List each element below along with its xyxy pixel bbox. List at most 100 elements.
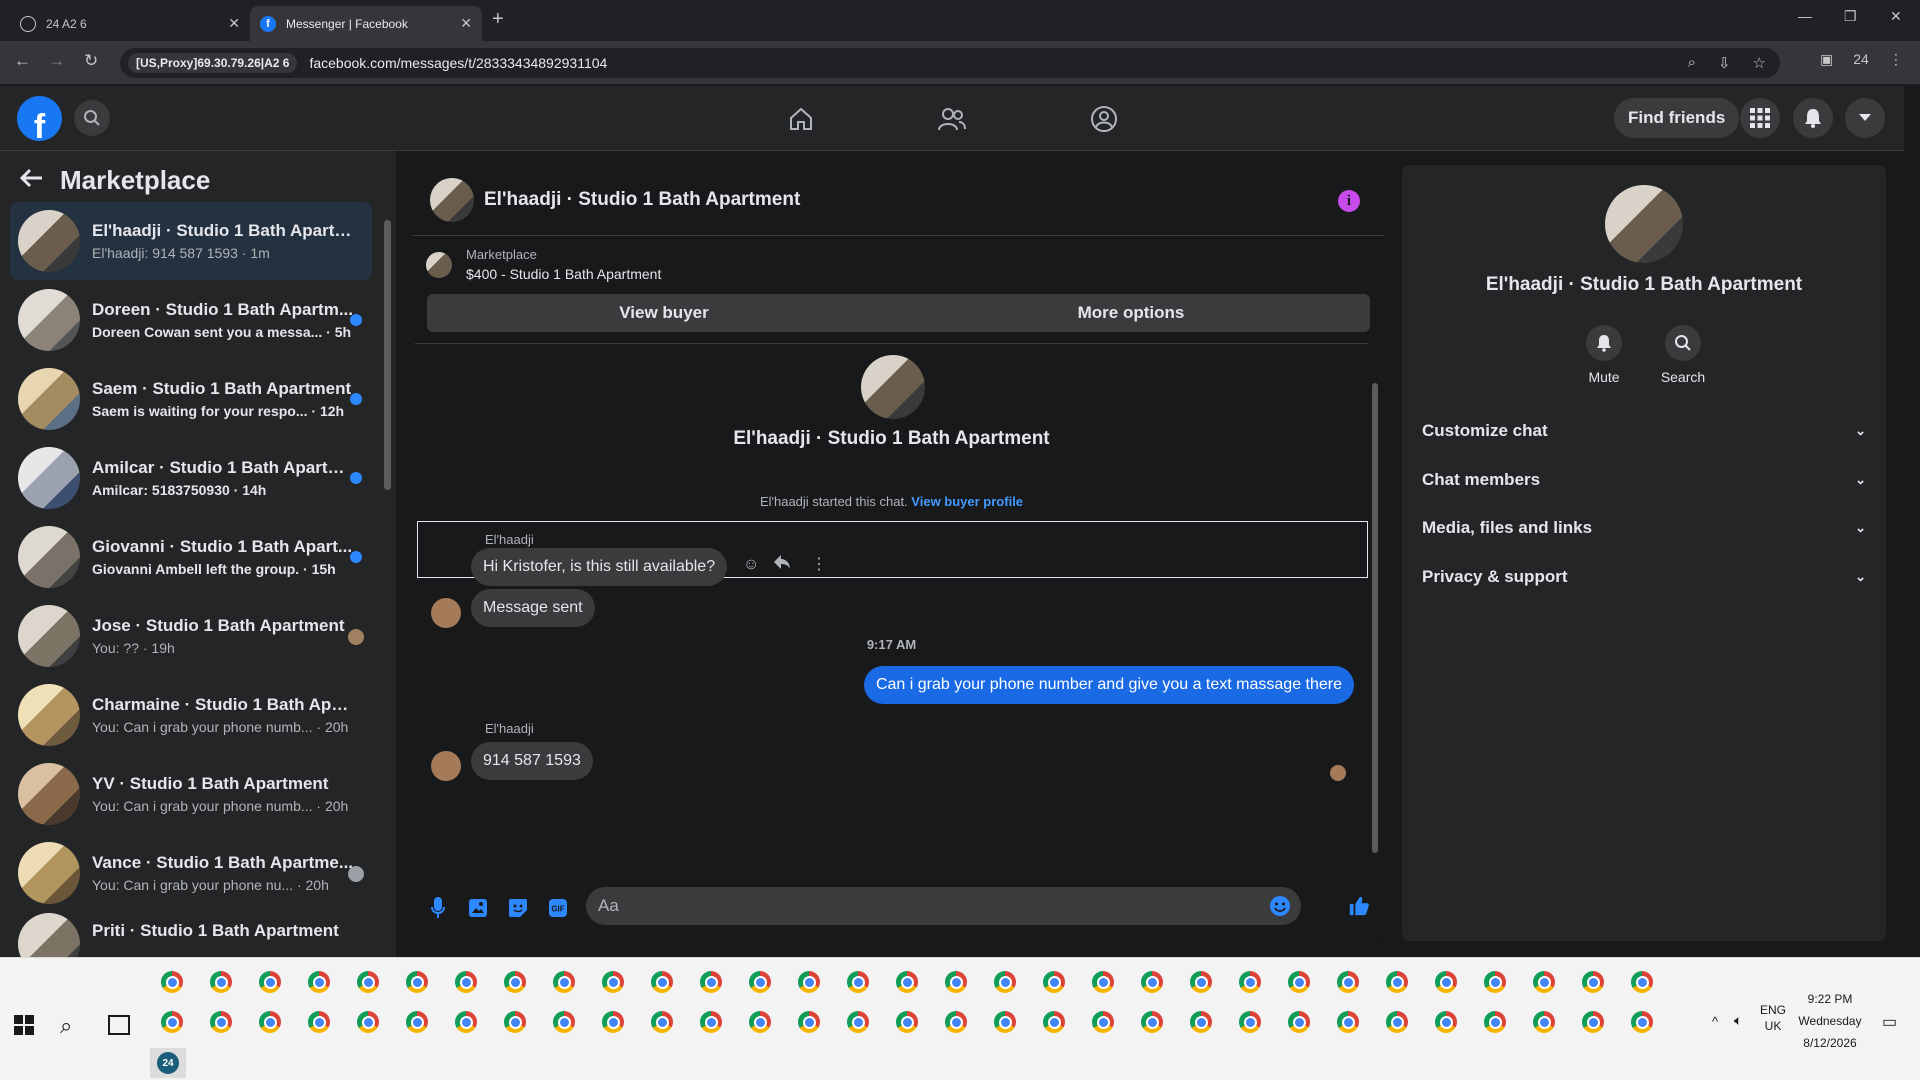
tray-chevron-icon[interactable]: ^ xyxy=(1712,1014,1718,1029)
forward-icon[interactable]: → xyxy=(48,51,65,71)
more-options-button[interactable]: More options xyxy=(892,294,1370,332)
speaker-icon[interactable]: 🔈︎ xyxy=(1734,1012,1742,1029)
url-bar[interactable]: [US,Proxy]69.30.79.26|A2 6 facebook.com/… xyxy=(120,48,1780,78)
chrome-taskbar-icon[interactable] xyxy=(1330,964,1366,1000)
conversation-list-scrollbar[interactable] xyxy=(383,204,392,944)
microphone-icon[interactable] xyxy=(427,897,449,919)
tab-24-a2-6[interactable]: 24 A2 6 ✕ xyxy=(10,6,250,41)
sender-avatar[interactable] xyxy=(431,598,461,628)
view-buyer-profile-link[interactable]: View buyer profile xyxy=(911,494,1023,509)
chrome-taskbar-icon[interactable] xyxy=(742,1004,778,1040)
chrome-taskbar-icon[interactable] xyxy=(1232,1004,1268,1040)
chrome-taskbar-icon[interactable] xyxy=(644,1004,680,1040)
chrome-taskbar-icon[interactable] xyxy=(154,1004,190,1040)
incoming-message[interactable]: Hi Kristofer, is this still available? xyxy=(471,548,728,586)
react-smiley-icon[interactable]: ☺ xyxy=(743,556,759,574)
chrome-taskbar-icon[interactable] xyxy=(889,964,925,1000)
reload-icon[interactable]: ↻ xyxy=(84,51,98,71)
page-scrollbar[interactable] xyxy=(1904,86,1920,957)
chrome-taskbar-icon[interactable] xyxy=(791,1004,827,1040)
chrome-taskbar-icon[interactable] xyxy=(301,964,337,1000)
notification-center-icon[interactable]: ▭ xyxy=(1882,1012,1897,1032)
chrome-taskbar-icon[interactable] xyxy=(1428,964,1464,1000)
conversation-item[interactable]: Vance · Studio 1 Bath Apartme... You: Ca… xyxy=(10,834,372,912)
facebook-logo-icon[interactable]: f xyxy=(17,96,62,141)
conversation-item[interactable]: Amilcar · Studio 1 Bath Apartm... Amilca… xyxy=(10,439,372,517)
chrome-taskbar-icon[interactable] xyxy=(938,1004,974,1040)
chrome-taskbar-icon[interactable] xyxy=(644,964,680,1000)
back-arrow-icon[interactable] xyxy=(19,168,44,193)
chrome-taskbar-icon[interactable] xyxy=(791,964,827,1000)
chrome-taskbar-icon[interactable] xyxy=(1330,1004,1366,1040)
chrome-taskbar-icon[interactable] xyxy=(595,1004,631,1040)
chrome-taskbar-icon[interactable] xyxy=(399,964,435,1000)
install-icon[interactable]: ⇩ xyxy=(1718,54,1731,72)
back-icon[interactable]: ← xyxy=(14,51,31,71)
chrome-taskbar-icon[interactable] xyxy=(1232,964,1268,1000)
chrome-taskbar-icon[interactable] xyxy=(1134,1004,1170,1040)
chrome-taskbar-icon[interactable] xyxy=(693,964,729,1000)
chrome-taskbar-icon[interactable] xyxy=(1526,964,1562,1000)
sticker-icon[interactable] xyxy=(507,897,529,919)
language-indicator[interactable]: ENG UK xyxy=(1760,1002,1786,1034)
chrome-taskbar-icon[interactable] xyxy=(301,1004,337,1040)
conversation-item[interactable]: Saem · Studio 1 Bath Apartment Saem is w… xyxy=(10,360,372,438)
gif-icon[interactable]: GIF xyxy=(547,897,569,919)
new-tab-icon[interactable]: + xyxy=(492,8,504,31)
chrome-taskbar-icon[interactable] xyxy=(399,1004,435,1040)
chrome-taskbar-icon[interactable] xyxy=(497,964,533,1000)
chrome-taskbar-icon[interactable] xyxy=(1624,1004,1660,1040)
incoming-message[interactable]: Message sent xyxy=(471,589,595,627)
conversation-item[interactable]: El'haadji · Studio 1 Bath Apartme... El'… xyxy=(10,202,372,280)
conversation-item[interactable]: Giovanni · Studio 1 Bath Apart... Giovan… xyxy=(10,518,372,596)
chrome-taskbar-icon[interactable] xyxy=(1477,964,1513,1000)
chrome-taskbar-icon[interactable] xyxy=(203,1004,239,1040)
find-friends-button[interactable]: Find friends xyxy=(1614,98,1740,138)
media-files-links-section[interactable]: Media, files and links ⌄ xyxy=(1418,508,1870,548)
url-text[interactable]: facebook.com/messages/t/2833343489293110… xyxy=(309,55,607,71)
chrome-taskbar-icon[interactable] xyxy=(1379,1004,1415,1040)
chrome-taskbar-icon[interactable] xyxy=(1183,1004,1219,1040)
chrome-taskbar-icon[interactable] xyxy=(448,1004,484,1040)
close-icon[interactable]: ✕ xyxy=(228,15,240,32)
sender-avatar[interactable] xyxy=(431,751,461,781)
system-clock[interactable]: 9:22 PM Wednesday 8/12/2026 xyxy=(1790,988,1870,1054)
chrome-taskbar-icon[interactable] xyxy=(1036,1004,1072,1040)
chrome-taskbar-icon[interactable] xyxy=(252,1004,288,1040)
chrome-taskbar-icon[interactable] xyxy=(1477,1004,1513,1040)
chrome-taskbar-icon[interactable] xyxy=(546,964,582,1000)
chrome-taskbar-icon[interactable] xyxy=(1624,964,1660,1000)
conversation-item[interactable]: Charmaine · Studio 1 Bath Apart... You: … xyxy=(10,676,372,754)
task-view-icon[interactable] xyxy=(108,1015,130,1035)
chrome-taskbar-icon[interactable] xyxy=(1183,964,1219,1000)
chrome-taskbar-icon[interactable] xyxy=(840,1004,876,1040)
chat-members-section[interactable]: Chat members ⌄ xyxy=(1418,460,1870,500)
chrome-taskbar-icon[interactable] xyxy=(693,1004,729,1040)
chrome-taskbar-icon[interactable] xyxy=(1281,964,1317,1000)
notifications-bell-icon[interactable] xyxy=(1793,98,1833,138)
chrome-taskbar-icon[interactable] xyxy=(546,1004,582,1040)
close-icon[interactable]: ✕ xyxy=(460,15,472,32)
chrome-taskbar-icon[interactable] xyxy=(350,1004,386,1040)
conversation-item[interactable]: Jose · Studio 1 Bath Apartment You: ?? ·… xyxy=(10,597,372,675)
customize-chat-section[interactable]: Customize chat ⌄ xyxy=(1418,411,1870,451)
account-chevron-icon[interactable] xyxy=(1845,98,1885,138)
more-actions-icon[interactable]: ⋮ xyxy=(811,554,827,574)
windows-start-icon[interactable] xyxy=(14,1015,34,1035)
chrome-taskbar-icon[interactable] xyxy=(840,964,876,1000)
conversation-item[interactable]: Doreen · Studio 1 Bath Apartm... Doreen … xyxy=(10,281,372,359)
chrome-taskbar-icon[interactable] xyxy=(1379,964,1415,1000)
chrome-taskbar-icon[interactable] xyxy=(203,964,239,1000)
chat-scrollbar[interactable] xyxy=(1368,343,1382,875)
conversation-item[interactable]: Priti · Studio 1 Bath Apartment xyxy=(10,913,372,957)
chat-title[interactable]: El'haadji · Studio 1 Bath Apartment xyxy=(484,189,800,211)
chrome-taskbar-icon[interactable] xyxy=(987,1004,1023,1040)
minimize-icon[interactable]: — xyxy=(1798,8,1812,24)
view-buyer-button[interactable]: View buyer xyxy=(427,294,901,332)
chrome-taskbar-icon[interactable] xyxy=(154,964,190,1000)
chrome-taskbar-icon[interactable] xyxy=(252,964,288,1000)
reply-icon[interactable] xyxy=(773,554,791,575)
taskbar-app-24-icon[interactable]: 24 xyxy=(150,1048,186,1078)
tab-search-icon[interactable]: ▣ xyxy=(1820,51,1833,68)
friends-icon[interactable] xyxy=(937,104,967,134)
